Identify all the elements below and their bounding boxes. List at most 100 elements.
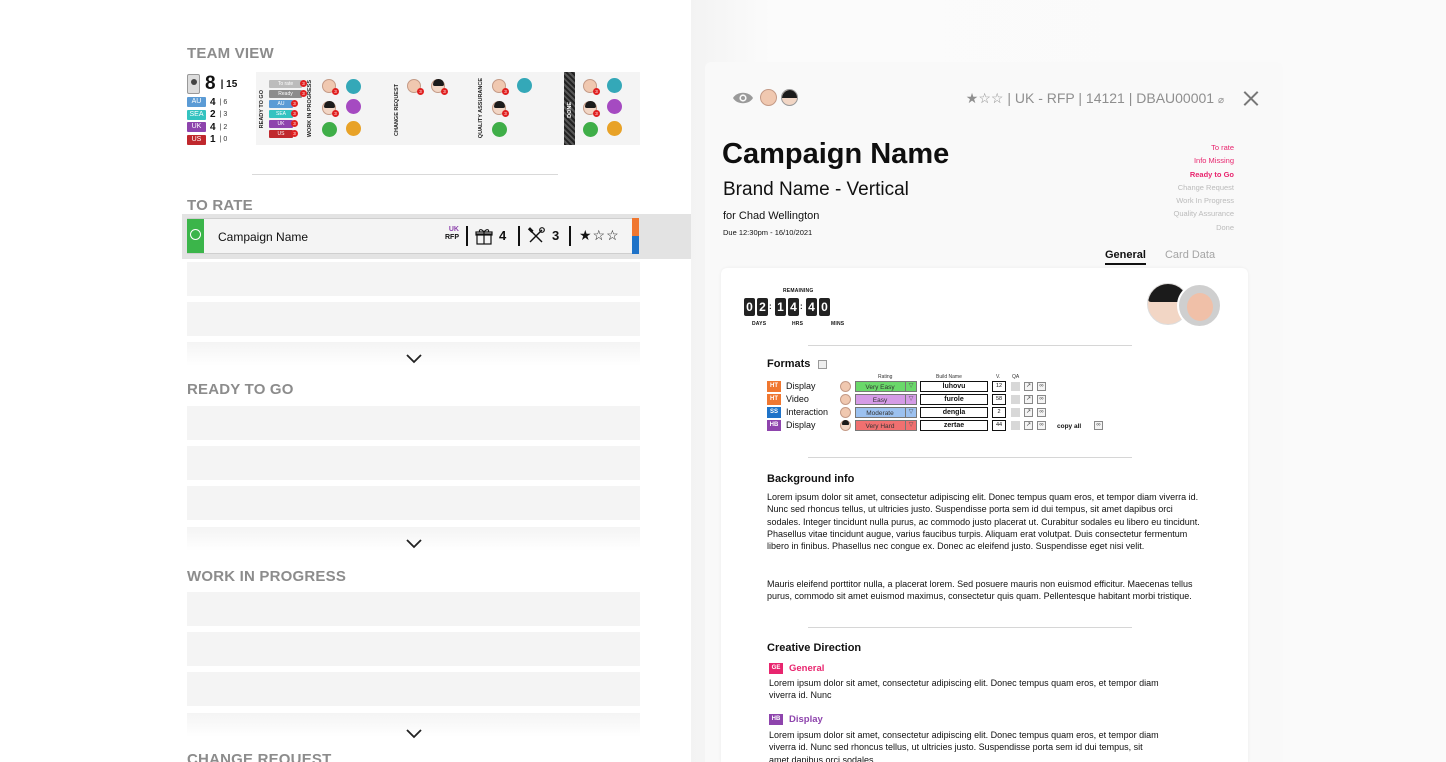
team-member-dot[interactable] (607, 121, 622, 136)
stage-label-qa: QUALITY ASSURANCE (478, 78, 484, 139)
list-item-placeholder[interactable] (187, 592, 640, 626)
build-name-field[interactable]: zertae (920, 420, 988, 431)
timer-colon: : (769, 302, 772, 311)
region-row[interactable]: SEA 2 | 3 (187, 109, 249, 122)
team-member-avatar[interactable]: 3 (322, 79, 339, 95)
format-assignee-avatar[interactable] (840, 381, 851, 392)
chevron-down-icon[interactable] (404, 727, 424, 741)
open-external-icon[interactable]: ↗ (1024, 382, 1033, 391)
version-field[interactable]: 58 (992, 394, 1006, 405)
region-row[interactable]: US 1 | 0 (187, 134, 249, 147)
open-external-icon[interactable]: ↗ (1024, 408, 1033, 417)
tab-card-data[interactable]: Card Data (1165, 249, 1215, 265)
status-change-request[interactable]: Change Request (1174, 181, 1234, 194)
stage-chip[interactable]: SEA 3 (269, 110, 298, 118)
stage-chip-label: To rate (277, 81, 294, 87)
timer-digit: 4 (806, 298, 817, 316)
version-field[interactable]: 44 (992, 420, 1006, 431)
status-work-in-progress[interactable]: Work In Progress (1174, 194, 1234, 207)
format-assignee-avatar[interactable] (840, 420, 851, 431)
team-member-dot[interactable] (346, 99, 361, 114)
rating-value: Moderate (866, 410, 894, 417)
status-info-missing[interactable]: Info Missing (1174, 154, 1234, 167)
status-done[interactable]: Done (1174, 221, 1234, 234)
team-total-of: | 15 (220, 78, 238, 90)
list-item-placeholder[interactable] (187, 446, 640, 480)
chevron-down-icon[interactable]: ▽ (905, 420, 917, 431)
team-member-avatar[interactable]: 3 (407, 79, 424, 95)
list-item-placeholder[interactable] (187, 486, 640, 520)
chevron-down-icon[interactable] (404, 352, 424, 366)
qa-checkbox[interactable] (1011, 421, 1020, 430)
chevron-down-icon[interactable]: ▽ (905, 394, 917, 405)
link-icon[interactable]: ∞ (1037, 382, 1046, 391)
qa-checkbox[interactable] (1011, 395, 1020, 404)
stage-chip[interactable]: US 3 (269, 130, 298, 138)
tab-general[interactable]: General (1105, 249, 1146, 265)
link-icon[interactable]: ∞ (1037, 408, 1046, 417)
status-to-rate[interactable]: To rate (1174, 141, 1234, 154)
list-item-placeholder[interactable] (187, 262, 640, 296)
version-field[interactable]: 12 (992, 381, 1006, 392)
assignee-avatar[interactable] (1177, 283, 1222, 328)
build-name-field[interactable]: furole (920, 394, 988, 405)
team-member-avatar[interactable]: 3 (431, 79, 448, 95)
format-assignee-avatar[interactable] (840, 394, 851, 405)
team-member-dot[interactable] (322, 122, 337, 137)
build-name-field[interactable]: dengla (920, 407, 988, 418)
qa-column-header: QA (1012, 374, 1020, 380)
close-icon[interactable] (1243, 90, 1259, 106)
link-icon[interactable]: ∞ (1094, 421, 1103, 430)
edit-icon[interactable] (818, 360, 827, 369)
eye-icon[interactable] (732, 91, 754, 105)
team-member-avatar[interactable]: 3 (583, 79, 600, 95)
team-member-dot[interactable] (607, 99, 622, 114)
list-item-placeholder[interactable] (187, 632, 640, 666)
campaign-rating-stars[interactable]: ★☆☆ (579, 227, 620, 244)
stage-chip-label: SEA (275, 111, 286, 117)
region-row[interactable]: AU 4 | 6 (187, 96, 249, 109)
chevron-down-icon[interactable] (404, 537, 424, 551)
stage-chip[interactable]: To rate 3 (269, 80, 307, 88)
list-item-placeholder[interactable] (187, 672, 640, 706)
team-member-avatar[interactable]: 3 (322, 101, 339, 117)
qa-checkbox[interactable] (1011, 408, 1020, 417)
version-column-header: V. (996, 374, 1001, 380)
campaign-card[interactable]: Campaign Name UK RFP 4 3 ★☆☆ (187, 218, 639, 254)
link-icon[interactable]: ⌀ (1218, 95, 1224, 106)
open-external-icon[interactable]: ↗ (1024, 421, 1033, 430)
team-member-avatar[interactable]: 3 (492, 101, 509, 117)
build-name-field[interactable]: luhovu (920, 381, 988, 392)
team-member-avatar[interactable]: 3 (583, 101, 600, 117)
team-member-avatar[interactable]: 3 (492, 79, 509, 95)
region-row[interactable]: UK 4 | 2 (187, 121, 249, 134)
team-member-dot[interactable] (583, 122, 598, 137)
team-member-dot[interactable] (346, 121, 361, 136)
stage-chip[interactable]: AU 3 (269, 100, 298, 108)
chevron-down-icon[interactable]: ▽ (905, 407, 917, 418)
team-member-dot[interactable] (492, 122, 507, 137)
team-member-dot[interactable] (346, 79, 361, 94)
link-icon[interactable]: ∞ (1037, 395, 1046, 404)
qa-checkbox[interactable] (1011, 382, 1020, 391)
watcher-avatar[interactable] (781, 89, 798, 106)
status-quality-assurance[interactable]: Quality Assurance (1174, 207, 1234, 220)
watcher-avatar[interactable] (760, 89, 777, 106)
list-item-placeholder[interactable] (187, 302, 640, 336)
status-ready-to-go[interactable]: Ready to Go (1174, 168, 1234, 181)
team-member-dot[interactable] (517, 78, 532, 93)
team-member-dot[interactable] (607, 78, 622, 93)
version-field[interactable]: 2 (992, 407, 1006, 418)
smile-icon (190, 229, 201, 240)
gift-box-icon (475, 229, 493, 245)
format-assignee-avatar[interactable] (840, 407, 851, 418)
region-badge: UK (187, 122, 206, 133)
stage-chip[interactable]: UK 3 (269, 120, 298, 128)
chevron-down-icon[interactable]: ▽ (905, 381, 917, 392)
stage-chip[interactable]: Ready 3 (269, 90, 307, 98)
link-icon[interactable]: ∞ (1037, 421, 1046, 430)
copy-all-button[interactable]: copy all (1057, 423, 1081, 430)
creative-item-text: Lorem ipsum dolor sit amet, consectetur … (769, 730, 1159, 762)
open-external-icon[interactable]: ↗ (1024, 395, 1033, 404)
list-item-placeholder[interactable] (187, 406, 640, 440)
